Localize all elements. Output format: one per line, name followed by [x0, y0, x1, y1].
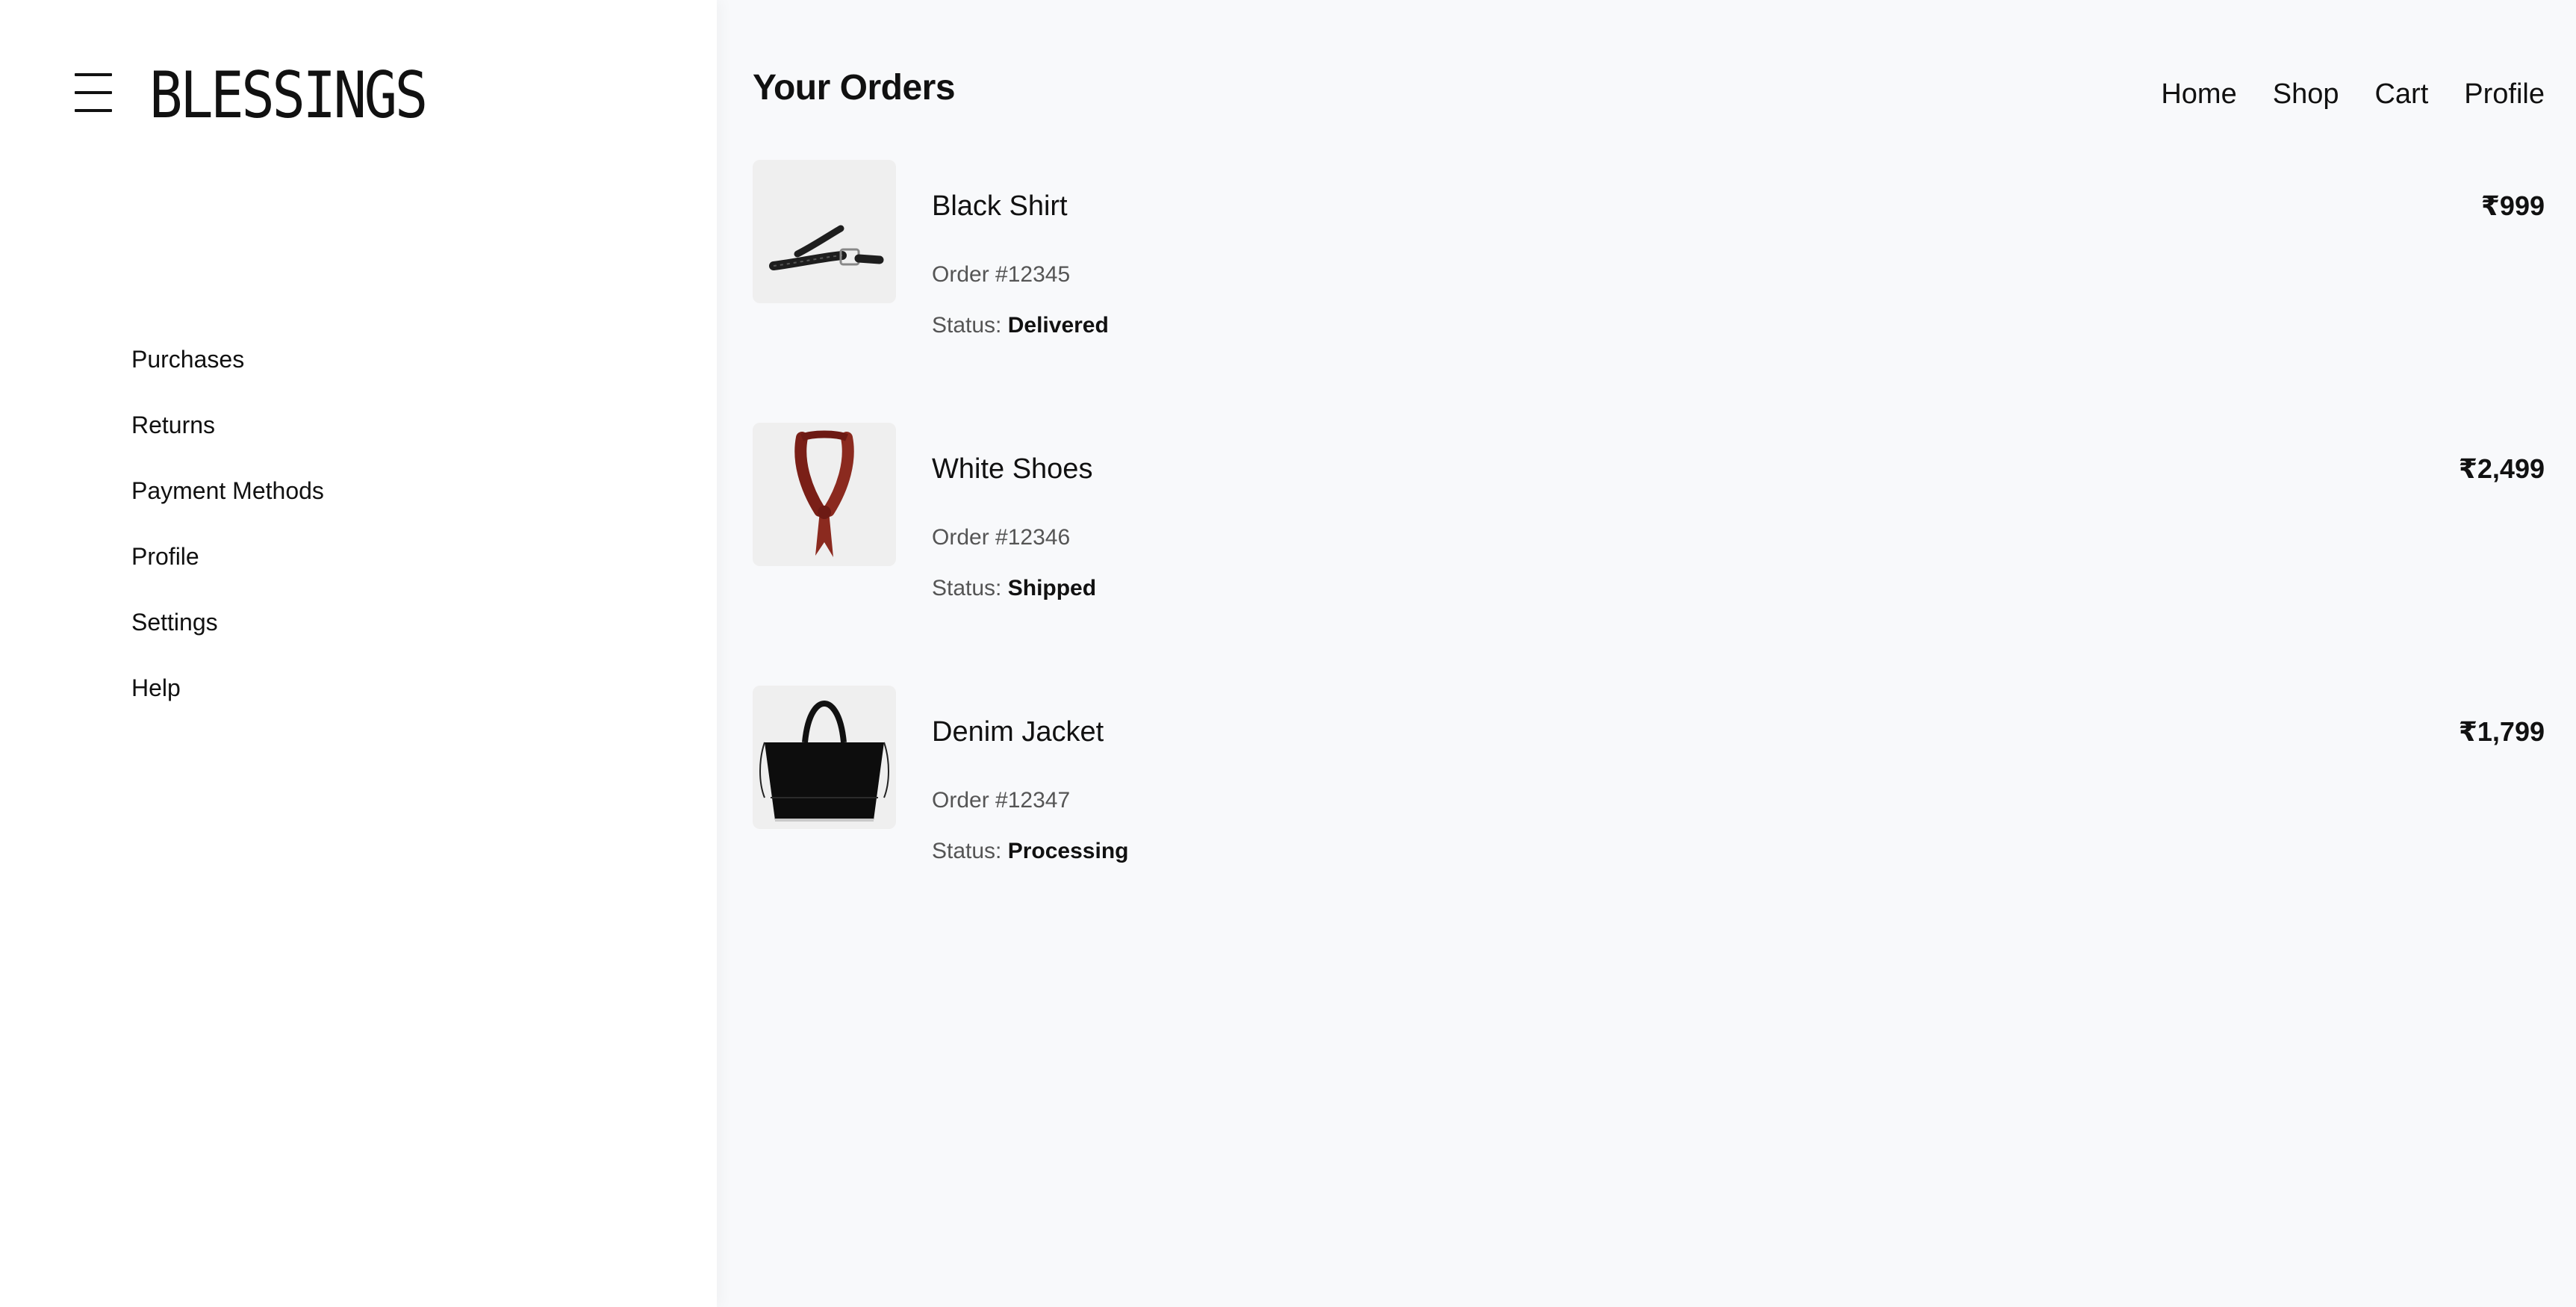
nav-link-cart[interactable]: Cart: [2374, 73, 2428, 115]
red-neck-scarf-image: [753, 423, 896, 566]
hamburger-menu-icon[interactable]: [75, 72, 112, 114]
black-tote-bag-image: [753, 686, 896, 829]
order-number: Order #12346: [932, 525, 1071, 550]
status-label: Status:: [932, 839, 1002, 863]
sidebar-item-profile[interactable]: Profile: [131, 537, 324, 603]
sidebar-item-returns[interactable]: Returns: [131, 406, 324, 471]
sidebar-nav: Purchases Returns Payment Methods Profil…: [131, 340, 324, 734]
order-product-name[interactable]: Black Shirt: [932, 188, 1068, 224]
nav-link-home[interactable]: Home: [2161, 73, 2236, 115]
status-value: Processing: [1007, 839, 1129, 863]
braided-belt-image: [753, 160, 896, 303]
status-label: Status:: [932, 313, 1002, 338]
sidebar-item-help[interactable]: Help: [131, 668, 324, 734]
sidebar-item-payment-methods[interactable]: Payment Methods: [131, 471, 324, 537]
order-price: ₹2,499: [2458, 453, 2545, 484]
order-status: Status: Delivered: [932, 311, 1109, 341]
order-number: Order #12345: [932, 262, 1071, 287]
order-list: Black Shirt Order #12345 Status: Deliver…: [753, 160, 2545, 949]
main-content: Your Orders Home Shop Cart Profile Black…: [717, 0, 2576, 1307]
product-thumbnail[interactable]: [753, 423, 896, 566]
status-value: Shipped: [1007, 576, 1097, 600]
order-price: ₹1,799: [2458, 716, 2545, 747]
order-item[interactable]: Denim Jacket Order #12347 Status: Proces…: [753, 686, 2545, 949]
order-status: Status: Processing: [932, 836, 1128, 866]
order-number: Order #12347: [932, 788, 1071, 813]
order-item[interactable]: White Shoes Order #12346 Status: Shipped…: [753, 423, 2545, 686]
sidebar-item-settings[interactable]: Settings: [131, 603, 324, 668]
order-price: ₹999: [2480, 190, 2545, 221]
product-thumbnail[interactable]: [753, 160, 896, 303]
order-item[interactable]: Black Shirt Order #12345 Status: Deliver…: [753, 160, 2545, 423]
order-product-name[interactable]: Denim Jacket: [932, 714, 1104, 750]
order-status: Status: Shipped: [932, 574, 1096, 603]
sidebar: BLESSINGS Purchases Returns Payment Meth…: [0, 0, 717, 1307]
hamburger-line: [75, 91, 112, 94]
brand-logo[interactable]: BLESSINGS: [149, 58, 428, 133]
status-label: Status:: [932, 576, 1002, 600]
hamburger-line: [75, 73, 112, 76]
hamburger-line: [75, 109, 112, 112]
nav-link-shop[interactable]: Shop: [2273, 73, 2339, 115]
order-product-name[interactable]: White Shoes: [932, 451, 1092, 487]
status-value: Delivered: [1007, 313, 1109, 338]
product-thumbnail[interactable]: [753, 686, 896, 829]
top-nav: Home Shop Cart Profile: [2161, 73, 2545, 115]
sidebar-item-purchases[interactable]: Purchases: [131, 340, 324, 406]
nav-link-profile[interactable]: Profile: [2464, 73, 2545, 115]
page-title: Your Orders: [753, 68, 956, 108]
